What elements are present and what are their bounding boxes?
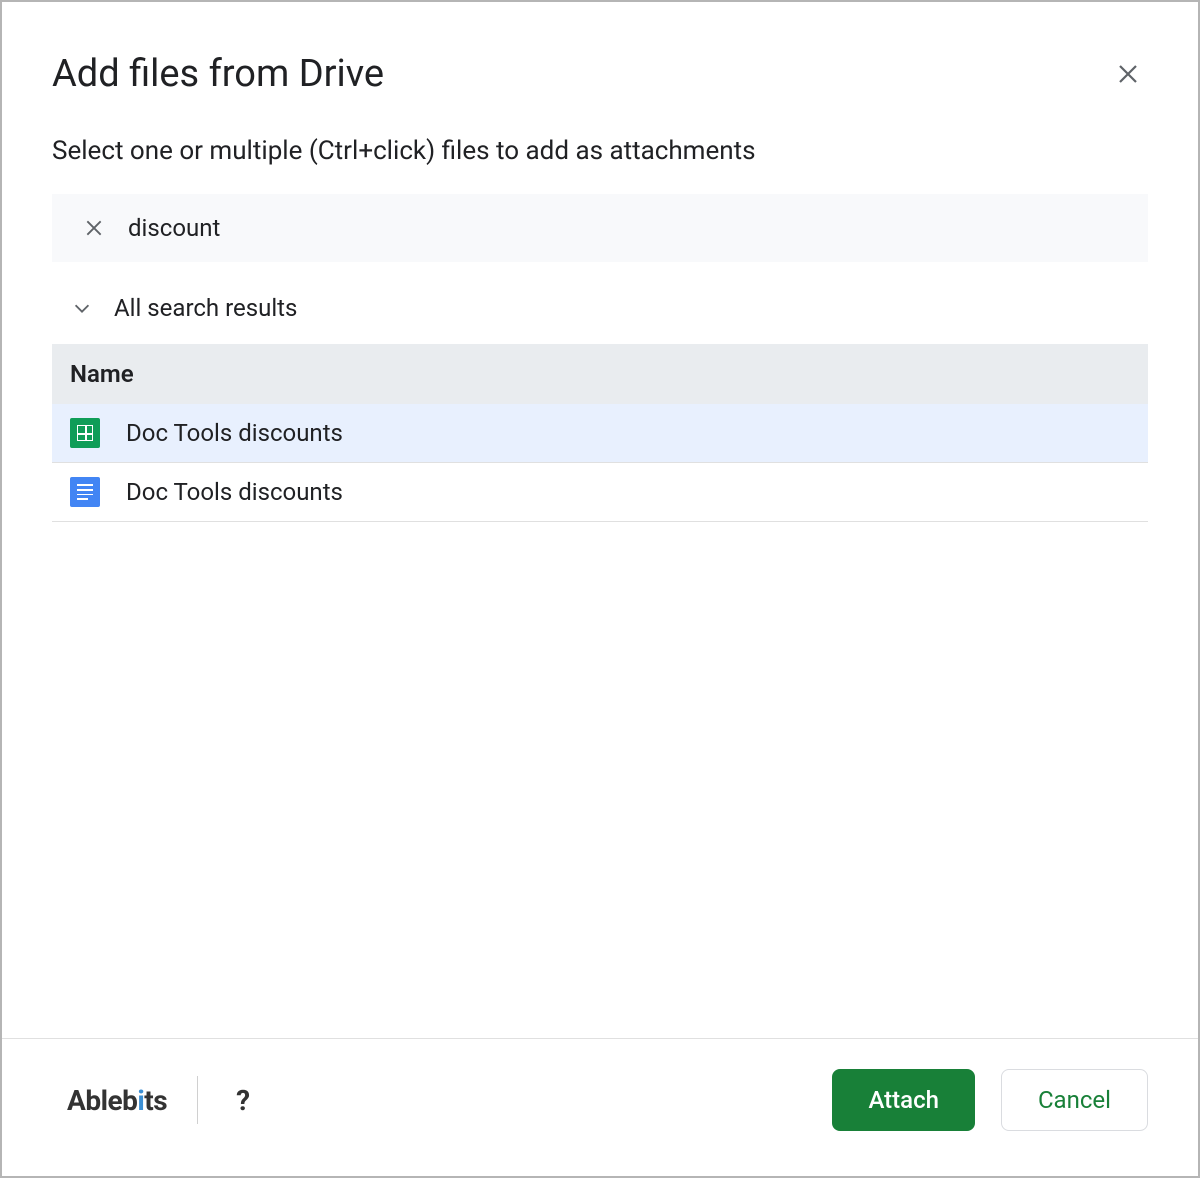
help-button[interactable]: ? (228, 1080, 258, 1121)
file-row[interactable]: Doc Tools discounts (52, 404, 1148, 463)
search-bar[interactable] (52, 194, 1148, 262)
results-section-toggle[interactable]: All search results (52, 294, 1148, 322)
divider (197, 1076, 198, 1124)
search-clear-button[interactable] (82, 216, 106, 240)
cancel-button[interactable]: Cancel (1001, 1069, 1148, 1131)
dialog-subtitle: Select one or multiple (Ctrl+click) file… (52, 136, 1148, 166)
close-icon (84, 218, 104, 238)
search-input[interactable] (128, 214, 1118, 242)
results-section-label: All search results (114, 294, 297, 322)
brand-logo: Ablebits (67, 1084, 167, 1117)
file-name: Doc Tools discounts (126, 419, 343, 447)
dialog-title: Add files from Drive (52, 52, 384, 96)
attach-button[interactable]: Attach (832, 1069, 975, 1131)
dialog-footer: Ablebits ? Attach Cancel (2, 1038, 1198, 1176)
file-name: Doc Tools discounts (126, 478, 343, 506)
sheets-icon (70, 418, 100, 448)
file-row[interactable]: Doc Tools discounts (52, 463, 1148, 522)
close-button[interactable] (1108, 54, 1148, 94)
close-icon (1116, 62, 1140, 86)
docs-icon (70, 477, 100, 507)
column-header-name[interactable]: Name (52, 344, 1148, 404)
chevron-down-icon (70, 296, 94, 320)
